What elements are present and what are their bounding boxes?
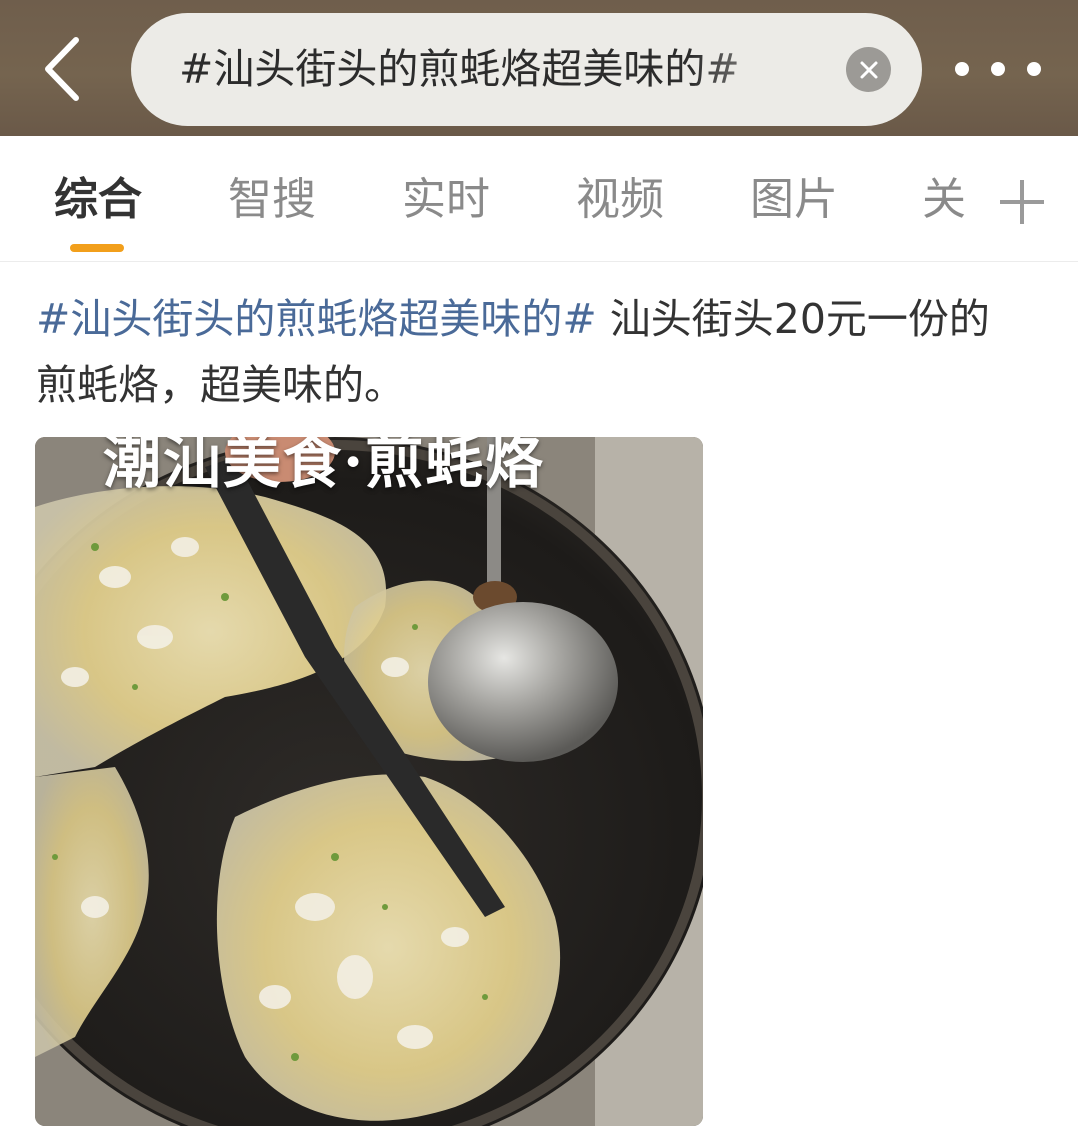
- tab-comprehensive[interactable]: 综合: [54, 170, 142, 230]
- clear-search-button[interactable]: [846, 47, 891, 92]
- tab-images[interactable]: 图片: [750, 170, 838, 230]
- post-content: #汕头街头的煎蚝烙超美味的# 汕头街头20元一份的煎蚝烙，超美味的。: [36, 286, 1026, 418]
- tab-realtime[interactable]: 实时: [402, 170, 490, 230]
- active-tab-indicator: [70, 244, 124, 252]
- tab-smart-search[interactable]: 智搜: [228, 170, 316, 230]
- tab-follow[interactable]: 关: [922, 170, 966, 230]
- more-dots-icon: [955, 62, 969, 76]
- chevron-left-icon: [45, 37, 79, 101]
- search-tabs: 综合 智搜 实时 视频 图片 关: [0, 136, 1078, 262]
- food-photo: [35, 437, 703, 1126]
- add-tab-plus-icon[interactable]: [1000, 180, 1044, 224]
- post-image[interactable]: 潮汕美食·煎蚝烙: [35, 437, 703, 1126]
- image-overlay-caption: 潮汕美食·煎蚝烙: [103, 437, 546, 496]
- search-input[interactable]: #汕头街头的煎蚝烙超美味的#: [131, 13, 922, 126]
- back-button[interactable]: [30, 34, 94, 104]
- search-header: #汕头街头的煎蚝烙超美味的#: [0, 0, 1078, 136]
- search-query-text[interactable]: #汕头街头的煎蚝烙超美味的#: [179, 13, 819, 126]
- close-icon: [860, 61, 877, 78]
- post-hashtag-link[interactable]: #汕头街头的煎蚝烙超美味的#: [36, 295, 597, 343]
- tab-video[interactable]: 视频: [576, 170, 664, 230]
- more-options-button[interactable]: [955, 44, 1041, 94]
- more-dots-icon: [1027, 62, 1041, 76]
- more-dots-icon: [991, 62, 1005, 76]
